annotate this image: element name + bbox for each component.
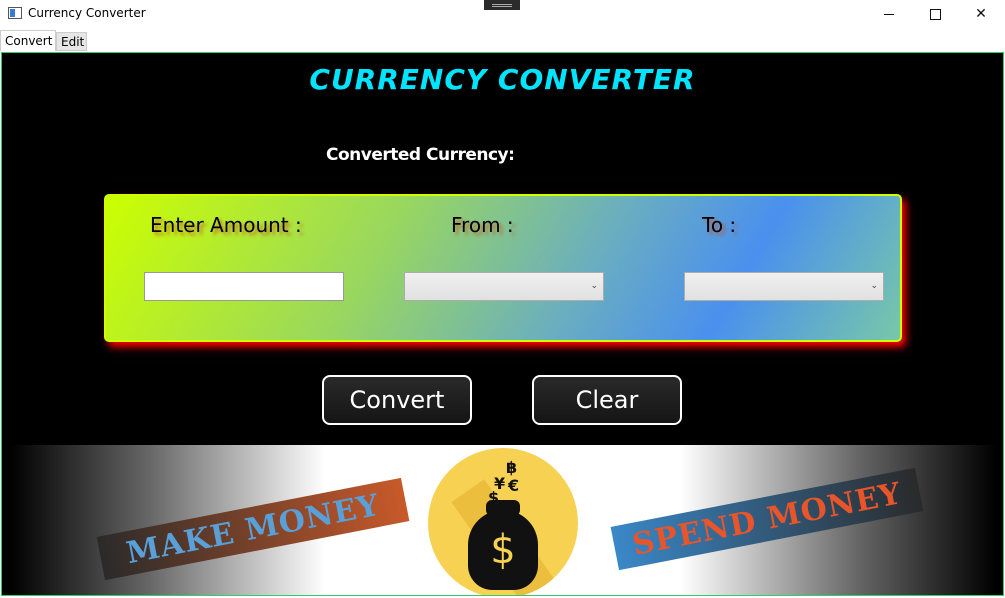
title-bar: Currency Converter ✕ [0,0,1005,30]
converter-page: CURRENCY CONVERTER Converted Currency: E… [1,52,1004,596]
chevron-down-icon: ⌄ [590,280,598,290]
money-bag: $ [468,510,538,590]
make-money-tag: MAKE MONEY [96,477,410,581]
baht-symbol: ฿ [506,458,518,477]
chevron-down-icon: ⌄ [870,280,878,290]
tab-edit[interactable]: Edit [56,32,87,51]
app-window-icon [8,7,22,19]
amount-input[interactable] [144,272,344,301]
close-button[interactable]: ✕ [958,0,1004,28]
amount-label: Enter Amount : [150,213,302,237]
convert-button[interactable]: Convert [322,375,472,425]
minimize-icon [884,13,894,15]
close-icon: ✕ [975,6,987,22]
converted-currency-label: Converted Currency: [326,145,515,165]
money-banner: MAKE MONEY ฿ ¥ € $ $ SPEND MONEY [10,445,996,595]
euro-symbol: € [508,476,520,495]
from-currency-select[interactable]: ⌄ [404,272,604,301]
spend-money-tag: SPEND MONEY [610,467,924,571]
money-bag-icon: ฿ ¥ € $ $ [428,448,578,595]
tab-convert[interactable]: Convert [0,30,56,51]
to-label: To : [702,213,737,237]
maximize-icon [929,8,941,20]
clear-button[interactable]: Clear [532,375,682,425]
minimize-button[interactable] [866,0,912,28]
input-panel: Enter Amount : From : To : ⌄ ⌄ [104,194,902,342]
maximize-button[interactable] [912,0,958,28]
to-currency-select[interactable]: ⌄ [684,272,884,301]
window-title: Currency Converter [28,6,146,20]
from-label: From : [451,213,514,237]
tab-bar: Convert Edit [0,30,1005,52]
drag-handle[interactable] [484,0,520,10]
page-title: CURRENCY CONVERTER [309,63,696,96]
